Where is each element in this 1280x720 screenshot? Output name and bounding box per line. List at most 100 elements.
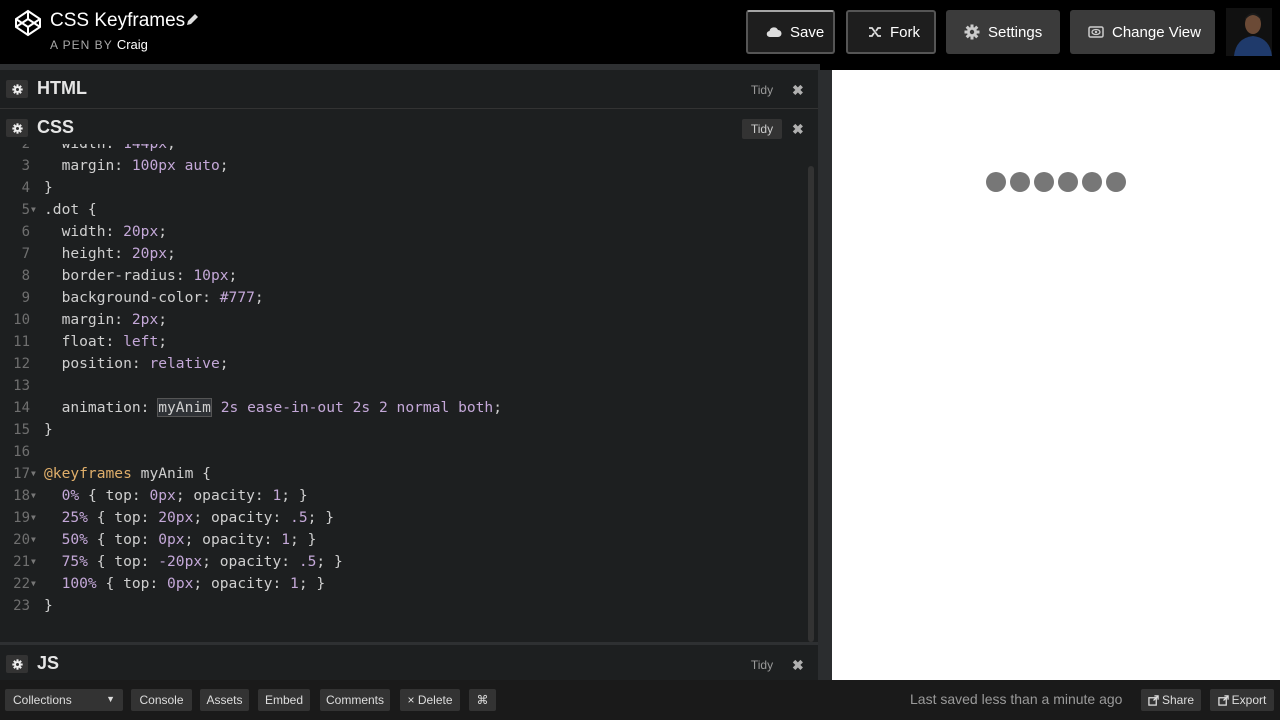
code-line[interactable]: border-radius: 10px; (44, 265, 502, 287)
author-link[interactable]: Craig (117, 37, 148, 52)
code-line[interactable]: .dot { (44, 199, 502, 221)
pen-title[interactable]: CSS Keyframes (50, 9, 185, 33)
js-panel-title: JS (37, 653, 60, 673)
line-number: 8 (0, 265, 30, 287)
fold-arrow-icon[interactable]: ▼ (31, 573, 36, 595)
cloud-icon (766, 27, 782, 38)
code-line[interactable]: } (44, 595, 502, 617)
embed-button[interactable]: Embed (258, 689, 310, 711)
line-number: 17 ▼ (0, 463, 36, 485)
html-settings-button[interactable] (6, 80, 28, 98)
code-line[interactable] (44, 441, 502, 463)
collections-label: Collections (13, 693, 72, 707)
line-number: 12 (0, 353, 30, 375)
code-line[interactable]: @keyframes myAnim { (44, 463, 502, 485)
pen-by-label: A PEN BY (50, 38, 113, 52)
code-line[interactable]: height: 20px; (44, 243, 502, 265)
assets-button[interactable]: Assets (200, 689, 249, 711)
code-line[interactable]: 25% { top: 20px; opacity: .5; } (44, 507, 502, 529)
line-number-text: 18 (13, 488, 30, 504)
fold-arrow-icon[interactable]: ▼ (31, 529, 36, 551)
chevron-down-icon: ▼ (106, 694, 115, 704)
fold-arrow-icon[interactable]: ▼ (31, 485, 36, 507)
export-label: Export (1231, 693, 1267, 707)
comments-button[interactable]: Comments (320, 689, 390, 711)
console-button[interactable]: Console (131, 689, 192, 711)
fork-label: Fork (890, 23, 920, 41)
result-preview[interactable] (832, 70, 1280, 680)
code-line[interactable]: width: 144px; (44, 144, 502, 155)
fold-arrow-icon[interactable]: ▼ (31, 507, 36, 529)
js-settings-button[interactable] (6, 655, 28, 673)
export-button[interactable]: Export (1210, 689, 1274, 711)
code-scrollbar[interactable] (808, 166, 814, 642)
line-number: 10 (0, 309, 30, 331)
fold-arrow-icon[interactable]: ▼ (31, 551, 36, 573)
export-icon (1217, 694, 1229, 706)
html-close-icon[interactable]: ✖ (792, 80, 804, 100)
line-number: 20 ▼ (0, 529, 36, 551)
line-number-text: 19 (13, 510, 30, 526)
line-number-text: 4 (21, 180, 30, 196)
line-number-text: 3 (21, 158, 30, 174)
css-tidy-button[interactable]: Tidy (742, 119, 782, 139)
gear-icon (11, 83, 23, 95)
code-lines[interactable]: width: 144px; margin: 100px auto;}.dot {… (44, 144, 502, 617)
panel-splitter[interactable] (818, 70, 832, 680)
footer: Collections ▼ Console Assets Embed Comme… (0, 680, 1280, 720)
line-numbers: 2 3 4 5 ▼ 6 7 8 9 10 11 12 13 14 15 16 17 ▼ 18 ▼ 19 ▼ 20 ▼ 21 ▼ 22… (0, 144, 36, 617)
header: CSS Keyframes A PEN BY Craig Save Fork S… (0, 0, 1280, 64)
settings-button[interactable]: Settings (946, 10, 1060, 54)
js-close-icon[interactable]: ✖ (792, 655, 804, 675)
line-number-text: 16 (13, 444, 30, 460)
keyboard-shortcuts-button[interactable]: ⌘ (469, 689, 496, 711)
code-line[interactable]: width: 20px; (44, 221, 502, 243)
line-number-text: 23 (13, 598, 30, 614)
delete-button[interactable]: × Delete (400, 689, 460, 711)
code-line[interactable]: 50% { top: 0px; opacity: 1; } (44, 529, 502, 551)
share-button[interactable]: Share (1141, 689, 1201, 711)
css-settings-button[interactable] (6, 119, 28, 137)
collections-dropdown[interactable]: Collections ▼ (5, 689, 123, 711)
code-line[interactable]: position: relative; (44, 353, 502, 375)
code-line[interactable]: background-color: #777; (44, 287, 502, 309)
css-code-editor[interactable]: 2 3 4 5 ▼ 6 7 8 9 10 11 12 13 14 15 16 17 ▼ 18 ▼ 19 ▼ 20 ▼ 21 ▼ 22… (0, 144, 818, 642)
save-button[interactable]: Save (746, 10, 835, 54)
line-number: 15 (0, 419, 30, 441)
pencil-icon[interactable] (185, 13, 199, 27)
css-close-icon[interactable]: ✖ (792, 119, 804, 139)
code-line[interactable]: } (44, 177, 502, 199)
codepen-logo-icon[interactable] (14, 9, 42, 37)
html-panel-header: HTML Tidy ✖ (0, 70, 818, 109)
code-line[interactable]: animation: myAnim 2s ease-in-out 2s 2 no… (44, 397, 502, 419)
fold-arrow-icon[interactable]: ▼ (31, 463, 36, 485)
pen-byline: A PEN BY Craig (50, 37, 148, 53)
change-view-label: Change View (1112, 23, 1201, 41)
line-number-text: 21 (13, 554, 30, 570)
code-line[interactable]: } (44, 419, 502, 441)
line-number-text: 15 (13, 422, 30, 438)
code-line[interactable]: 0% { top: 0px; opacity: 1; } (44, 485, 502, 507)
js-tidy-button[interactable]: Tidy (742, 655, 782, 675)
preview-dot (1082, 172, 1102, 192)
settings-label: Settings (988, 23, 1043, 41)
code-line[interactable]: 100% { top: 0px; opacity: 1; } (44, 573, 502, 595)
js-panel-header: JS Tidy ✖ (0, 642, 818, 683)
code-line[interactable]: float: left; (44, 331, 502, 353)
change-view-button[interactable]: Change View (1070, 10, 1215, 54)
code-line[interactable] (44, 375, 502, 397)
html-tidy-button[interactable]: Tidy (742, 80, 782, 100)
gear-icon (11, 122, 23, 134)
code-line[interactable]: margin: 100px auto; (44, 155, 502, 177)
code-line[interactable]: margin: 2px; (44, 309, 502, 331)
line-number: 14 (0, 397, 30, 419)
fork-button[interactable]: Fork (846, 10, 936, 54)
line-number: 9 (0, 287, 30, 309)
html-panel-title: HTML (37, 78, 87, 98)
avatar[interactable] (1226, 8, 1272, 56)
line-number: 7 (0, 243, 30, 265)
code-line[interactable]: 75% { top: -20px; opacity: .5; } (44, 551, 502, 573)
line-number-text: 8 (21, 268, 30, 284)
line-number-text: 22 (13, 576, 30, 592)
fold-arrow-icon[interactable]: ▼ (31, 199, 36, 221)
